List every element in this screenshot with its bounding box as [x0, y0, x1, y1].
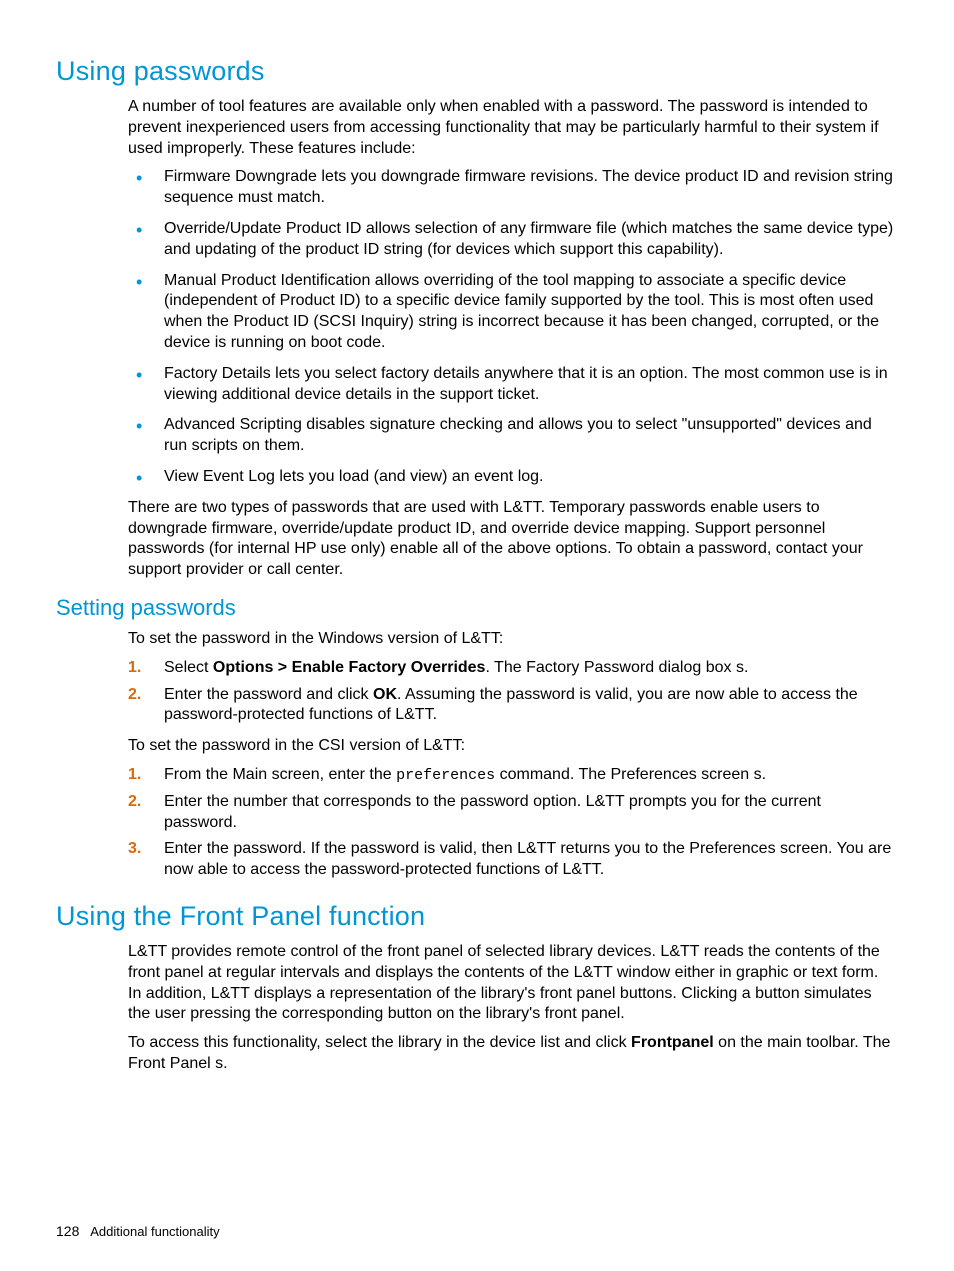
- paragraph: To set the password in the CSI version o…: [128, 736, 894, 757]
- bold-text: Frontpanel: [631, 1034, 714, 1051]
- feature-list: Firmware Downgrade lets you downgrade fi…: [128, 167, 894, 487]
- page-number: 128: [56, 1223, 79, 1239]
- list-item: Advanced Scripting disables signature ch…: [128, 415, 894, 457]
- heading-using-passwords: Using passwords: [56, 56, 898, 87]
- list-item: Manual Product Identification allows ove…: [128, 271, 894, 354]
- bold-text: OK: [373, 686, 397, 703]
- heading-setting-passwords: Setting passwords: [56, 595, 898, 621]
- paragraph: A number of tool features are available …: [128, 97, 894, 159]
- text: Select: [164, 659, 213, 676]
- text: Enter the password and click: [164, 686, 373, 703]
- heading-front-panel: Using the Front Panel function: [56, 901, 898, 932]
- paragraph: L&TT provides remote control of the fron…: [128, 942, 894, 1025]
- text: . The Factory Password dialog box s.: [485, 659, 748, 676]
- bold-text: Options > Enable Factory Overrides: [213, 659, 486, 676]
- list-item: Factory Details lets you select factory …: [128, 364, 894, 406]
- list-item: Override/Update Product ID allows select…: [128, 219, 894, 261]
- paragraph: To access this functionality, select the…: [128, 1033, 894, 1075]
- text: To access this functionality, select the…: [128, 1034, 631, 1051]
- mono-text: preferences: [396, 767, 495, 784]
- list-item: From the Main screen, enter the preferen…: [128, 765, 894, 786]
- steps-windows: Select Options > Enable Factory Override…: [128, 658, 894, 726]
- page-footer: 128 Additional functionality: [56, 1223, 220, 1239]
- list-item: Enter the password and click OK. Assumin…: [128, 685, 894, 727]
- list-item: Enter the password. If the password is v…: [128, 839, 894, 881]
- list-item: Select Options > Enable Factory Override…: [128, 658, 894, 679]
- list-item: Enter the number that corresponds to the…: [128, 792, 894, 834]
- paragraph: There are two types of passwords that ar…: [128, 498, 894, 581]
- steps-csi: From the Main screen, enter the preferen…: [128, 765, 894, 881]
- paragraph: To set the password in the Windows versi…: [128, 629, 894, 650]
- list-item: Firmware Downgrade lets you downgrade fi…: [128, 167, 894, 209]
- list-item: View Event Log lets you load (and view) …: [128, 467, 894, 488]
- text: From the Main screen, enter the: [164, 766, 396, 783]
- text: command. The Preferences screen s.: [495, 766, 766, 783]
- footer-title: Additional functionality: [90, 1224, 219, 1239]
